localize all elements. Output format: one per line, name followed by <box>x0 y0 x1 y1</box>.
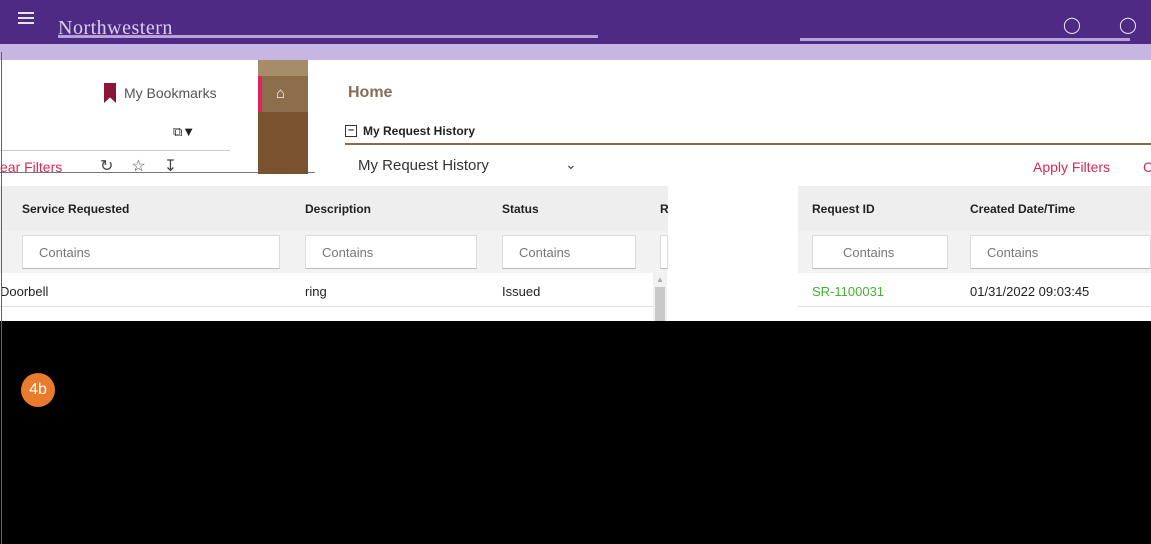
collapse-icon[interactable]: – <box>345 125 357 137</box>
column-header-description[interactable]: Description <box>305 202 371 216</box>
scroll-up-icon[interactable]: ▲ <box>656 275 664 284</box>
download-icon[interactable]: ↧ <box>164 156 177 176</box>
description-filter-input[interactable]: Contains <box>305 235 477 269</box>
my-bookmarks-link[interactable]: My Bookmarks <box>104 83 217 103</box>
column-header-status[interactable]: Status <box>502 202 539 216</box>
header-banner-strip <box>58 35 598 38</box>
cell-request-id[interactable]: SR-1100031 <box>812 284 884 299</box>
bookmark-icon <box>104 83 116 103</box>
top-header: Northwestern ◯ ◯ <box>0 0 1151 44</box>
nav-strip <box>258 112 308 174</box>
column-header-created[interactable]: Created Date/Time <box>970 202 1075 216</box>
window-left-edge <box>1 52 2 544</box>
my-bookmarks-label: My Bookmarks <box>124 85 217 101</box>
chevron-down-icon[interactable]: ⌄ <box>565 156 577 173</box>
grid-scrollbar[interactable]: ▲ <box>653 273 667 321</box>
request-grid-right: Request ID Created Date/Time Contains Co… <box>798 186 1151 321</box>
created-filter-input[interactable]: Contains <box>970 235 1151 269</box>
sidebar-divider <box>0 150 230 151</box>
cell-service[interactable]: Doorbell <box>0 284 48 299</box>
page-title: Home <box>348 84 393 101</box>
column-header-service[interactable]: Service Requested <box>22 202 129 216</box>
column-header-truncated[interactable]: R <box>660 202 669 216</box>
cell-created[interactable]: 01/31/2022 09:03:45 <box>970 284 1089 299</box>
table-row-divider <box>798 306 1151 307</box>
header-banner-strip-right <box>800 38 1130 41</box>
nav-home-button[interactable]: ⌂ <box>258 76 308 112</box>
status-filter-input[interactable]: Contains <box>502 235 636 269</box>
help-icon[interactable]: ◯ <box>1062 16 1082 36</box>
cell-status[interactable]: Issued <box>502 284 540 299</box>
window-restore-dropdown[interactable]: ⧉▼ <box>173 124 195 140</box>
scrollbar-thumb[interactable] <box>655 287 665 321</box>
step-callout-badge: 4b <box>21 373 55 407</box>
section-divider <box>345 143 1151 145</box>
truncated-filter-input[interactable] <box>660 235 668 269</box>
section-title: My Request History <box>363 124 476 138</box>
apply-filters-link[interactable]: Apply Filters <box>1033 159 1110 175</box>
section-header[interactable]: – My Request History <box>345 124 475 138</box>
clear-link-right[interactable]: C <box>1143 159 1151 175</box>
refresh-icon[interactable]: ↻ <box>100 156 113 176</box>
request-grid-left: Service Requested Description Status R C… <box>0 186 669 321</box>
subheader-band <box>0 44 1151 60</box>
home-icon: ⌂ <box>276 85 286 102</box>
nav-active-indicator <box>258 76 262 112</box>
table-row-divider <box>0 306 653 307</box>
column-header-request-id[interactable]: Request ID <box>812 202 875 216</box>
user-icon[interactable]: ◯ <box>1118 16 1138 36</box>
redaction-overlay <box>0 321 1151 544</box>
service-filter-input[interactable]: Contains <box>22 235 280 269</box>
menu-icon[interactable] <box>18 12 34 26</box>
grid-toolbar: ↻ ☆ ↧ <box>100 156 177 176</box>
request-view-select[interactable]: My Request History <box>358 157 489 174</box>
request-id-filter-input[interactable]: Contains <box>812 235 948 269</box>
cell-description[interactable]: ring <box>305 284 327 299</box>
star-icon[interactable]: ☆ <box>131 156 145 176</box>
